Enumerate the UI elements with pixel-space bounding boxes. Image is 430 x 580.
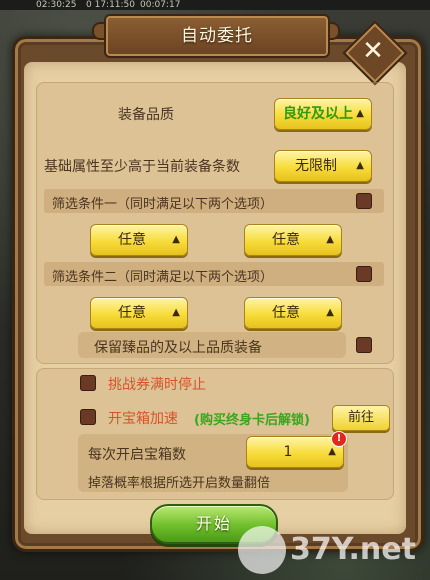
keep-rare-checkbox[interactable] (356, 337, 372, 353)
filter2-option-b-dropdown[interactable]: 任意 ▲ (244, 297, 342, 329)
status-time-2: 0 17:11:50 (86, 0, 136, 10)
filter2-option-b-value: 任意 (272, 305, 300, 321)
base-attr-value: 无限制 (295, 158, 337, 174)
dropdown-arrow-icon: ▲ (172, 234, 180, 245)
watermark-logo-icon (238, 526, 286, 574)
filter2-option-a-dropdown[interactable]: 任意 ▲ (90, 297, 188, 329)
filter1-option-a-value: 任意 (118, 232, 146, 248)
alert-badge-icon: ! (331, 431, 347, 447)
chest-count-value: 1 (283, 444, 293, 460)
dialog-title: 自动委托 (104, 14, 330, 58)
dropdown-arrow-icon: ▲ (356, 108, 364, 119)
chest-speed-checkbox[interactable] (80, 409, 96, 425)
filter1-option-b-dropdown[interactable]: 任意 ▲ (244, 224, 342, 256)
watermark-text: 37Y.net (290, 532, 416, 567)
keep-rare-label: 保留臻品的及以上品质装备 (94, 340, 262, 356)
chest-count-dropdown[interactable]: 1 ▲ (246, 436, 344, 468)
chest-speed-note: (购买终身卡后解锁) (194, 413, 310, 428)
filter1-checkbox[interactable] (356, 193, 372, 209)
filter1-option-a-dropdown[interactable]: 任意 ▲ (90, 224, 188, 256)
go-button[interactable]: 前往 (332, 405, 390, 431)
dropdown-arrow-icon: ▲ (326, 234, 334, 245)
quality-dropdown[interactable]: 良好及以上 ▲ (274, 98, 372, 130)
filter1-option-b-value: 任意 (272, 232, 300, 248)
chest-count-hint: 掉落概率根据所选开启数量翻倍 (88, 476, 271, 491)
chest-count-label: 每次开启宝箱数 (88, 447, 186, 463)
filter2-option-a-value: 任意 (118, 305, 146, 321)
stop-full-label: 挑战券满时停止 (108, 377, 206, 393)
status-strip: 02:30:25 0 17:11:50 00:07:17 (0, 0, 430, 10)
stop-full-checkbox[interactable] (80, 375, 96, 391)
dropdown-arrow-icon: ▲ (356, 160, 364, 171)
dropdown-arrow-icon: ▲ (172, 307, 180, 318)
chest-speed-label: 开宝箱加速 (108, 411, 178, 427)
filter2-checkbox[interactable] (356, 266, 372, 282)
dropdown-arrow-icon: ▲ (326, 307, 334, 318)
base-attr-dropdown[interactable]: 无限制 ▲ (274, 150, 372, 182)
filter2-label: 筛选条件二（同时满足以下两个选项） (52, 270, 274, 285)
close-icon[interactable]: ✕ (352, 30, 394, 72)
site-watermark: 37Y.net (238, 520, 428, 578)
quality-value: 良好及以上 (283, 106, 353, 122)
status-time-3: 00:07:17 (140, 0, 181, 10)
base-attr-label: 基础属性至少高于当前装备条数 (44, 159, 240, 175)
status-time-1: 02:30:25 (36, 0, 77, 10)
filter1-label: 筛选条件一（同时满足以下两个选项） (52, 197, 274, 212)
quality-label: 装备品质 (118, 107, 174, 123)
